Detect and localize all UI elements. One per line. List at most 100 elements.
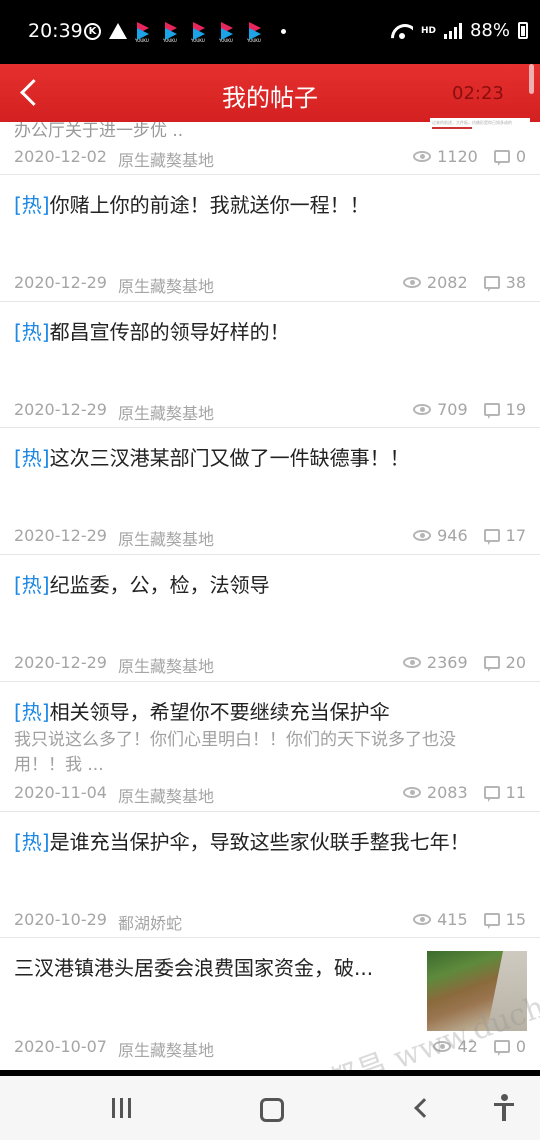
post-author: 原生藏獒基地 <box>118 657 215 676</box>
youku-icon: YOUKU <box>191 22 211 43</box>
list-item[interactable]: [热]是谁充当保护伞，导致这些家伙联手整我七年！ 2020-10-29 鄱湖娇蛇… <box>0 811 540 937</box>
post-date: 2020-12-29 <box>14 273 107 292</box>
eye-icon <box>413 404 432 415</box>
warning-icon <box>109 23 127 39</box>
eye-icon <box>413 530 432 541</box>
post-author: 原生藏獒基地 <box>118 530 215 549</box>
hot-tag: [热] <box>14 320 50 344</box>
floating-preview-text: 过来的前述，大件板，仿佛形是你已知多成的 <box>432 120 512 125</box>
battery-percent: 88% <box>469 20 510 41</box>
post-meta: 2020-11-04 原生藏獒基地 2083 11 <box>14 783 526 806</box>
post-author: 原生藏獒基地 <box>118 404 215 423</box>
youku-icon-label: YOUKU <box>135 38 149 43</box>
status-time: 20:39 <box>28 20 83 42</box>
youku-icon-label: YOUKU <box>219 38 233 43</box>
hot-tag: [热] <box>14 193 50 217</box>
list-item[interactable]: [热]这次三汊港某部门又做了一件缺德事！！ 2020-12-29 原生藏獒基地 … <box>0 427 540 554</box>
notification-icons: K YOUKU YOUKU YOUKU YOUKU YOUKU <box>84 22 286 43</box>
post-stats: 415 15 <box>413 910 526 929</box>
post-excerpt-line: 用！！我 ... <box>14 755 104 775</box>
post-title-text: 这次三汊港某部门又做了一件缺德事！！ <box>49 446 410 470</box>
timer-text: 02:23 <box>452 83 504 104</box>
hot-tag: [热] <box>14 446 50 470</box>
post-author: 原生藏獒基地 <box>118 277 215 296</box>
youku-icon: YOUKU <box>247 22 267 43</box>
post-title-text: 你赌上你的前途！我就送你一程！！ <box>49 193 370 217</box>
post-list[interactable]: 办公厅关于进一步优 .. 2020-12-02 原生藏獒基地 1120 0 [热… <box>0 122 540 1070</box>
scroll-handle[interactable] <box>529 64 534 94</box>
youku-icon-label: YOUKU <box>191 38 205 43</box>
comment-icon <box>493 150 510 166</box>
view-count: 946 <box>437 526 468 545</box>
home-icon[interactable] <box>256 1094 286 1122</box>
post-meta: 2020-12-29 原生藏獒基地 2369 20 <box>14 653 526 676</box>
eye-icon <box>402 787 421 798</box>
post-title-text: 是谁充当保护伞，导致这些家伙联手整我七年！ <box>49 830 470 854</box>
post-title: [热]相关领导，希望你不要继续充当保护伞 <box>14 696 390 725</box>
post-excerpt-line: 我只说这么多了！你们心里明白！！你们的天下说多了也没 <box>14 730 456 750</box>
accessibility-icon[interactable] <box>490 1094 520 1122</box>
comment-count: 19 <box>505 400 526 419</box>
hot-tag: [热] <box>14 573 50 597</box>
list-item[interactable]: [热]你赌上你的前途！我就送你一程！！ 2020-12-29 原生藏獒基地 20… <box>0 174 540 301</box>
list-item[interactable]: [热]相关领导，希望你不要继续充当保护伞 我只说这么多了！你们心里明白！！你们的… <box>0 681 540 811</box>
comment-count: 17 <box>505 526 526 545</box>
comment-count: 38 <box>505 273 526 292</box>
more-notifications-dot-icon <box>281 28 286 34</box>
post-meta: 2020-12-29 原生藏獒基地 709 19 <box>14 400 526 423</box>
post-stats: 2083 11 <box>402 783 526 802</box>
list-item[interactable]: [热]都昌宣传部的领导好样的！ 2020-12-29 原生藏獒基地 709 19 <box>0 301 540 427</box>
post-stats: 946 17 <box>413 526 526 545</box>
youku-icon: YOUKU <box>135 22 155 43</box>
post-meta: 2020-10-29 鄱湖娇蛇 415 15 <box>14 910 526 933</box>
post-stats: 2082 38 <box>402 273 526 292</box>
view-count: 2082 <box>426 273 468 292</box>
system-nav-bar <box>0 1076 540 1140</box>
comment-icon <box>483 913 500 929</box>
post-author: 原生藏獒基地 <box>118 151 215 170</box>
post-title: [热]纪监委，公，检，法领导 <box>14 569 270 598</box>
post-meta: 2020-12-29 原生藏獒基地 946 17 <box>14 526 526 549</box>
post-meta: 2020-12-02 原生藏獒基地 1120 0 <box>14 147 526 170</box>
comment-count: 0 <box>515 147 526 166</box>
eye-icon <box>413 914 432 925</box>
system-icons: HD 88% <box>391 20 528 41</box>
post-title: [热]是谁充当保护伞，导致这些家伙联手整我七年！ <box>14 826 470 855</box>
hd-indicator: HD <box>420 25 436 36</box>
post-title-text: 三汊港镇港头居委会浪费国家资金，破... <box>14 956 374 980</box>
comment-icon <box>483 786 500 802</box>
post-title-text: 都昌宣传部的领导好样的！ <box>49 320 290 344</box>
recent-apps-icon[interactable] <box>106 1094 136 1122</box>
post-author: 原生藏獒基地 <box>118 787 215 806</box>
post-author: 鄱湖娇蛇 <box>118 914 183 933</box>
eye-icon <box>402 657 421 668</box>
eye-icon <box>413 151 432 162</box>
nav-back-icon[interactable] <box>408 1094 438 1122</box>
status-bar: 20:39 K YOUKU YOUKU YOUKU YOUKU YOUKU HD… <box>0 0 540 64</box>
post-title: [热]这次三汊港某部门又做了一件缺德事！！ <box>14 442 410 471</box>
post-title: [热]你赌上你的前途！我就送你一程！！ <box>14 189 370 218</box>
comment-icon <box>483 276 500 292</box>
k-app-icon: K <box>84 22 101 40</box>
post-date: 2020-11-04 <box>14 783 107 802</box>
post-date: 2020-12-02 <box>14 147 107 166</box>
eye-icon <box>402 277 421 288</box>
view-count: 2083 <box>426 783 468 802</box>
hot-tag: [热] <box>14 830 50 854</box>
comment-icon <box>483 529 500 545</box>
list-item[interactable]: [热]纪监委，公，检，法领导 2020-12-29 原生藏獒基地 2369 20 <box>0 554 540 681</box>
comment-count: 11 <box>505 783 526 802</box>
hot-tag: [热] <box>14 700 50 724</box>
post-meta: 2020-12-29 原生藏獒基地 2082 38 <box>14 273 526 296</box>
post-date: 2020-10-29 <box>14 910 107 929</box>
floating-preview: 过来的前述，大件板，仿佛形是你已知多成的 <box>430 118 530 144</box>
view-count: 1120 <box>437 147 478 166</box>
post-title-text: 纪监委，公，检，法领导 <box>49 573 270 597</box>
post-title: 三汊港镇港头居委会浪费国家资金，破... <box>14 952 373 981</box>
post-stats: 1120 0 <box>413 147 526 166</box>
post-date: 2020-10-07 <box>14 1037 107 1056</box>
post-title-text: 相关领导，希望你不要继续充当保护伞 <box>49 700 390 724</box>
youku-icon: YOUKU <box>219 22 239 43</box>
youku-icon-label: YOUKU <box>247 38 261 43</box>
view-count: 415 <box>437 910 468 929</box>
